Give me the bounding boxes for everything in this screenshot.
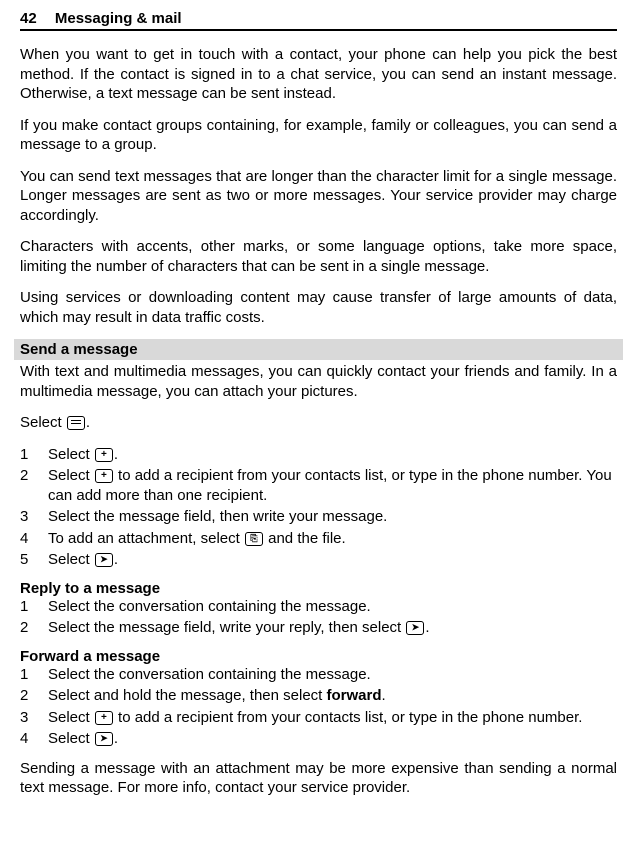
fwd-step-4: Select . — [20, 729, 617, 749]
page-title: Messaging & mail — [55, 10, 182, 27]
reply-step-2: Select the message field, write your rep… — [20, 618, 617, 638]
send-icon — [95, 553, 113, 567]
s1-pre: Select — [48, 446, 94, 463]
intro-p4: Characters with accents, other marks, or… — [20, 237, 617, 276]
reply-heading: Reply to a message — [20, 580, 617, 597]
f2-pre: Select and hold the message, then select — [48, 687, 327, 704]
reply-steps: Select the conversation containing the m… — [20, 597, 617, 638]
send-steps: Select . Select to add a recipient from … — [20, 445, 617, 570]
intro-p5: Using services or downloading content ma… — [20, 288, 617, 327]
f4-post: . — [114, 730, 118, 747]
page-number: 42 — [20, 10, 37, 27]
s4-pre: To add an attachment, select — [48, 530, 244, 547]
reply-step-1: Select the conversation containing the m… — [20, 597, 617, 617]
s5-post: . — [114, 551, 118, 568]
intro-p2: If you make contact groups containing, f… — [20, 116, 617, 155]
send-icon — [406, 621, 424, 635]
footnote: Sending a message with an attachment may… — [20, 759, 617, 798]
intro-p1: When you want to get in touch with a con… — [20, 45, 617, 104]
r2-post: . — [425, 619, 429, 636]
forward-heading: Forward a message — [20, 648, 617, 665]
fwd-step-1: Select the conversation containing the m… — [20, 665, 617, 685]
s5-pre: Select — [48, 551, 94, 568]
f3-pre: Select — [48, 709, 94, 726]
send-step-5: Select . — [20, 550, 617, 570]
send-icon — [95, 732, 113, 746]
messaging-icon — [67, 416, 85, 430]
s4-post: and the file. — [264, 530, 346, 547]
new-message-icon — [95, 448, 113, 462]
send-step-2: Select to add a recipient from your cont… — [20, 466, 617, 505]
r2-pre: Select the message field, write your rep… — [48, 619, 405, 636]
f3-post: to add a recipient from your contacts li… — [114, 709, 583, 726]
fwd-step-3: Select to add a recipient from your cont… — [20, 708, 617, 728]
f4-pre: Select — [48, 730, 94, 747]
s1-post: . — [114, 446, 118, 463]
intro-p3: You can send text messages that are long… — [20, 167, 617, 226]
forward-keyword: forward — [327, 687, 382, 704]
send-intro: With text and multimedia messages, you c… — [20, 362, 617, 401]
select-post: . — [86, 414, 90, 431]
send-step-1: Select . — [20, 445, 617, 465]
add-recipient-icon — [95, 711, 113, 725]
add-recipient-icon — [95, 469, 113, 483]
select-pre: Select — [20, 414, 66, 431]
attachment-icon — [245, 532, 263, 546]
send-step-3: Select the message field, then write you… — [20, 507, 617, 527]
page-header: 42 Messaging & mail — [20, 10, 617, 31]
forward-steps: Select the conversation containing the m… — [20, 665, 617, 749]
s2-pre: Select — [48, 467, 94, 484]
f2-post: . — [382, 687, 386, 704]
fwd-step-2: Select and hold the message, then select… — [20, 686, 617, 706]
send-step-4: To add an attachment, select and the fil… — [20, 529, 617, 549]
send-heading: Send a message — [14, 339, 623, 360]
select-line: Select . — [20, 413, 617, 433]
s2-post: to add a recipient from your contacts li… — [48, 467, 612, 504]
